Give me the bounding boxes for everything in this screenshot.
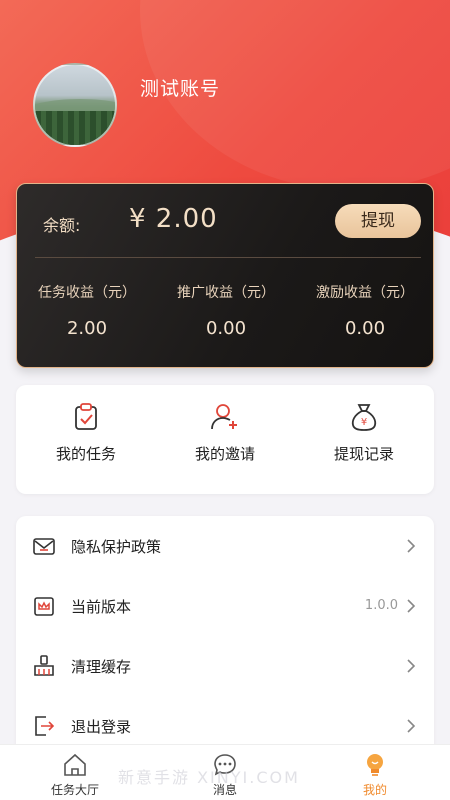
- stat-label: 任务收益（元）: [38, 285, 136, 301]
- settings-menu: 隐私保护政策 当前版本 1.0.0 清理缓存 退出登录: [16, 516, 434, 756]
- quick-action-label: 我的邀请: [194, 445, 255, 463]
- stat-value: 0.00: [344, 318, 386, 339]
- watermark: 新意手游 XINYI.COM: [118, 768, 300, 787]
- menu-item-current-version[interactable]: 当前版本 1.0.0: [16, 576, 434, 636]
- withdraw-button[interactable]: 提现: [335, 204, 421, 238]
- svg-text:¥: ¥: [361, 417, 367, 428]
- stat-label: 推广收益（元）: [177, 285, 275, 301]
- my-tasks-button[interactable]: 我的任务: [16, 401, 156, 464]
- tab-mine[interactable]: 我的: [325, 751, 425, 798]
- menu-item-privacy-policy[interactable]: 隐私保护政策: [16, 516, 434, 576]
- quick-action-label: 我的任务: [55, 445, 116, 463]
- quick-actions-card: 我的任务 我的邀请 ¥ 提现记录: [16, 385, 434, 494]
- chevron-right-icon: [407, 719, 416, 733]
- promo-earnings-stat: 推广收益（元） 0.00: [156, 282, 296, 339]
- incentive-earnings-stat: 激励收益（元） 0.00: [295, 282, 435, 339]
- menu-item-label: 隐私保护政策: [71, 538, 162, 556]
- menu-item-label: 清理缓存: [71, 658, 132, 676]
- withdraw-history-button[interactable]: ¥ 提现记录: [294, 401, 434, 464]
- chevron-right-icon: [407, 599, 416, 613]
- stat-label: 激励收益（元）: [316, 285, 414, 301]
- task-earnings-stat: 任务收益（元） 2.00: [17, 282, 157, 339]
- wallet-divider: [35, 257, 421, 258]
- chevron-right-icon: [407, 659, 416, 673]
- balance-amount: ¥ 2.00: [129, 204, 218, 234]
- balance-label: 余额:: [43, 216, 81, 235]
- clipboard-check-icon: [75, 403, 97, 430]
- menu-item-clear-cache[interactable]: 清理缓存: [16, 636, 434, 696]
- tab-label: 任务大厅: [50, 783, 99, 797]
- chevron-right-icon: [407, 539, 416, 553]
- wallet-card: 余额: ¥ 2.00 提现 任务收益（元） 2.00 推广收益（元） 0.00 …: [16, 183, 434, 368]
- money-bag-icon: ¥: [351, 404, 377, 431]
- bulb-icon: [367, 754, 383, 776]
- crown-box-icon: [34, 597, 54, 616]
- avatar[interactable]: [33, 63, 117, 147]
- username: 测试账号: [140, 78, 221, 100]
- envelope-icon: [33, 538, 55, 555]
- tab-task-hall[interactable]: 任务大厅: [25, 751, 125, 798]
- menu-item-label: 当前版本: [71, 598, 132, 616]
- home-icon: [64, 753, 86, 776]
- quick-action-label: 提现记录: [333, 445, 394, 463]
- stat-value: 2.00: [66, 318, 108, 339]
- my-invites-button[interactable]: 我的邀请: [155, 401, 295, 464]
- tab-label: 我的: [362, 783, 387, 797]
- add-user-icon: [211, 404, 237, 430]
- logout-icon: [35, 716, 55, 736]
- stat-value: 0.00: [205, 318, 247, 339]
- version-value: 1.0.0: [364, 598, 398, 613]
- broom-icon: [34, 655, 54, 676]
- menu-item-label: 退出登录: [71, 718, 132, 736]
